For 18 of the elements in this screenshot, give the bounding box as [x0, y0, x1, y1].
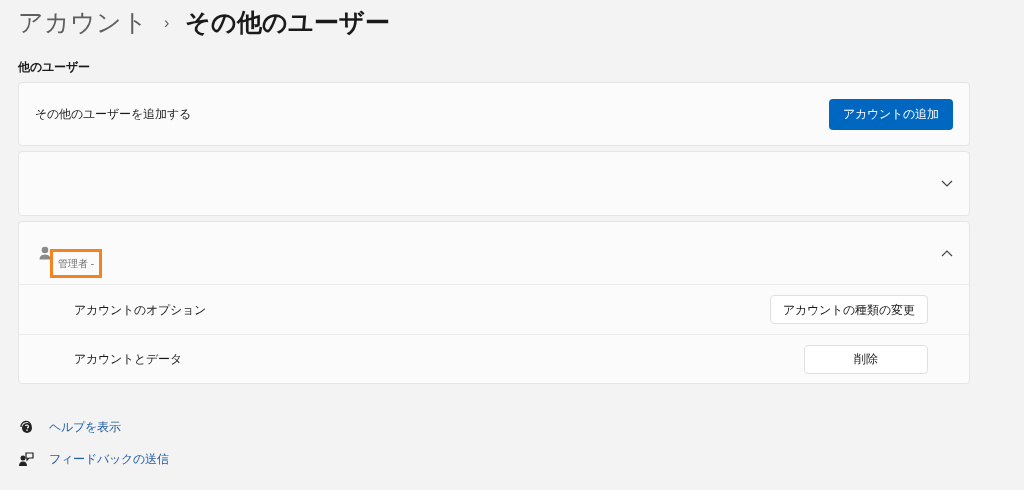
setting-label: アカウントとデータ	[74, 351, 182, 368]
chevron-down-icon[interactable]	[941, 179, 953, 188]
add-user-label: その他のユーザーを追加する	[35, 106, 191, 123]
page-title: その他のユーザー	[185, 7, 391, 39]
role-label: 管理者 -	[50, 249, 103, 278]
breadcrumb-separator: ›	[164, 13, 170, 33]
setting-button[interactable]: 削除	[804, 344, 928, 374]
person-icon	[39, 246, 51, 260]
feedback-icon	[18, 451, 34, 467]
setting-label: アカウントのオプション	[74, 301, 206, 319]
breadcrumb-link[interactable]: アカウント	[18, 4, 148, 42]
add-account-button[interactable]: アカウントの追加	[829, 98, 953, 130]
footer-link[interactable]: フィードバックの送信	[49, 450, 169, 468]
footer-link[interactable]: ヘルプを表示	[49, 418, 121, 436]
setting-button[interactable]: アカウントの種類の変更	[770, 295, 928, 324]
help-icon	[18, 419, 34, 435]
section-title: 他のユーザー	[18, 59, 90, 76]
chevron-up-icon[interactable]	[941, 249, 953, 257]
